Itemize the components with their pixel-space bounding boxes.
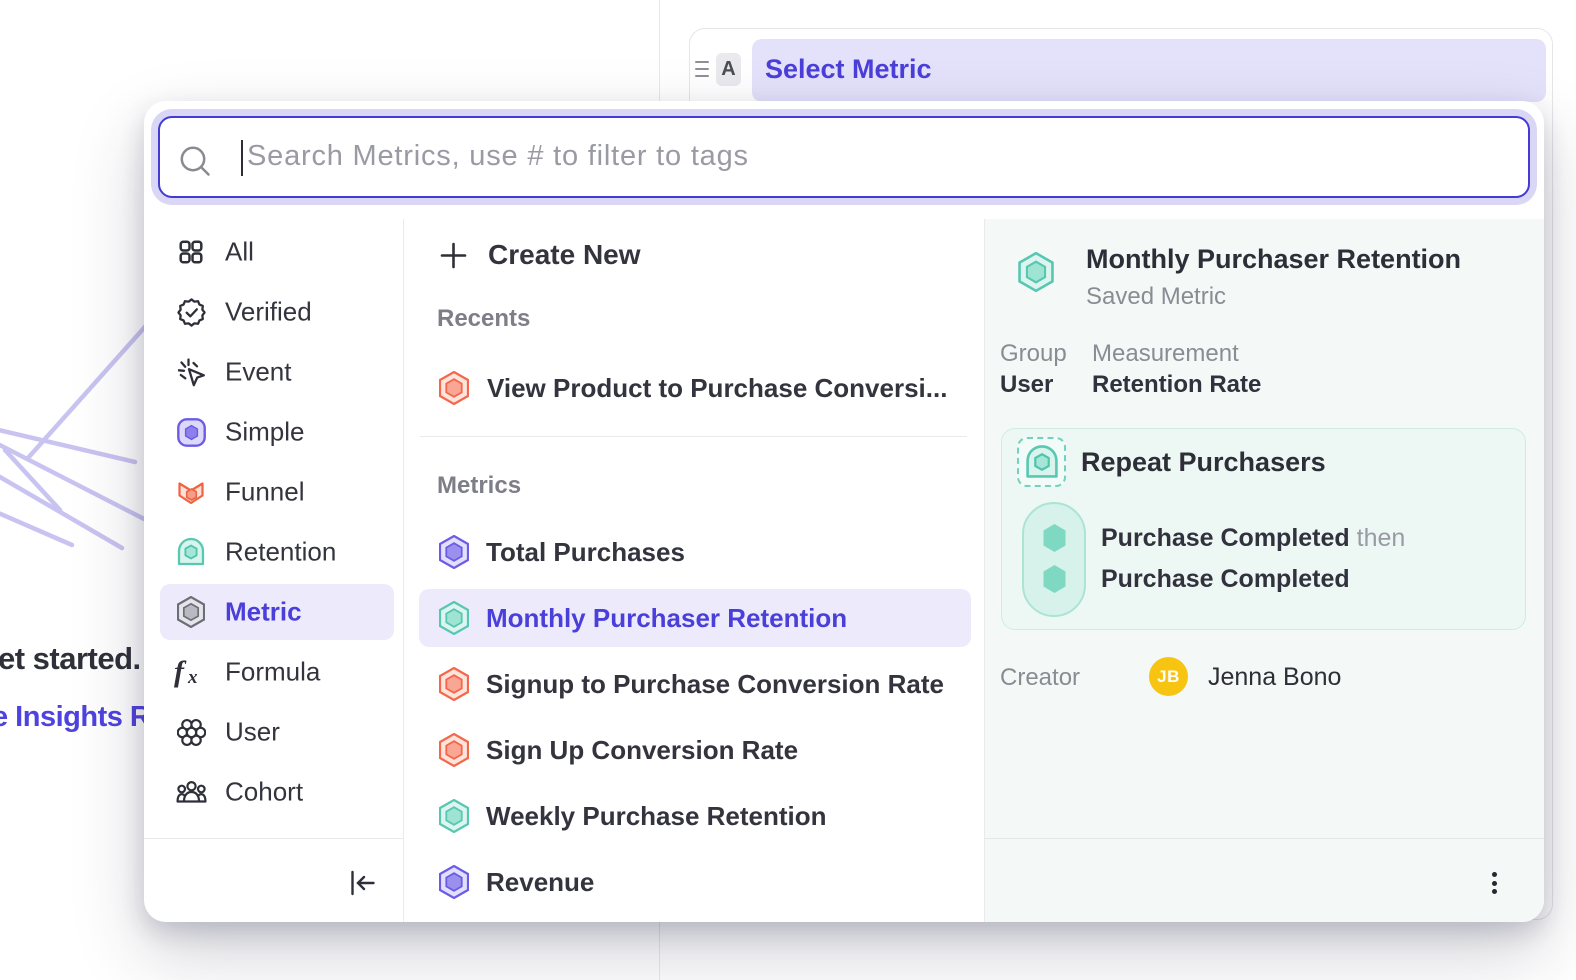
svg-text:x: x	[187, 667, 198, 688]
svg-text:f: f	[174, 656, 187, 688]
